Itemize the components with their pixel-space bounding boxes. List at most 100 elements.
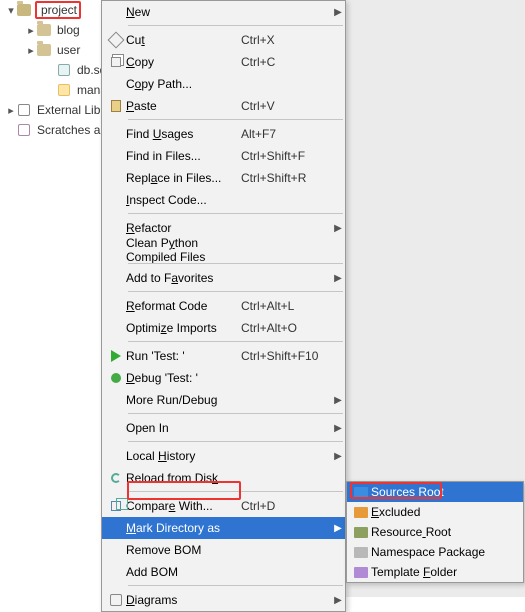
menu-item[interactable]: CutCtrl+X — [102, 29, 345, 51]
submenu-item[interactable]: Template Folder — [347, 562, 523, 582]
chevron-right-icon[interactable]: ▸ — [26, 24, 36, 37]
menu-item-shortcut: Ctrl+Shift+F — [241, 149, 331, 163]
menu-item[interactable]: Inspect Code... — [102, 189, 345, 211]
menu-item-shortcut: Ctrl+C — [241, 55, 331, 69]
folder-open-icon — [16, 2, 32, 18]
paste-icon — [106, 98, 126, 114]
tree-label: Scratches a — [35, 123, 100, 137]
menu-item-label: Reformat Code — [126, 299, 241, 313]
cut-icon — [106, 32, 126, 48]
menu-item-shortcut: Ctrl+V — [241, 99, 331, 113]
menu-item[interactable]: Find in Files...Ctrl+Shift+F — [102, 145, 345, 167]
blank-icon — [106, 320, 126, 336]
submenu-item[interactable]: Sources Root — [347, 482, 523, 502]
blank-icon — [106, 392, 126, 408]
menu-item-label: Run 'Test: ' — [126, 349, 241, 363]
menu-item-label: Reload from Disk — [126, 471, 241, 485]
menu-item[interactable]: Remove BOM — [102, 539, 345, 561]
menu-item[interactable]: Diagrams ▶ — [102, 589, 345, 611]
menu-item-label: Local History — [126, 449, 241, 463]
blank-icon — [106, 520, 126, 536]
menu-item-shortcut: Ctrl+X — [241, 33, 331, 47]
menu-item-label: Replace in Files... — [126, 171, 241, 185]
submenu-item[interactable]: Resource Root — [347, 522, 523, 542]
menu-item[interactable]: Reformat CodeCtrl+Alt+L — [102, 295, 345, 317]
submenu-arrow-icon: ▶ — [331, 423, 345, 434]
menu-item[interactable]: Open In ▶ — [102, 417, 345, 439]
bug-icon — [106, 370, 126, 386]
diag-icon — [106, 592, 126, 608]
folder-color-icon — [351, 487, 371, 498]
tree-label: user — [55, 43, 80, 57]
folder-color-icon — [351, 507, 371, 518]
submenu-arrow-icon: ▶ — [331, 523, 345, 534]
database-icon — [56, 62, 72, 78]
menu-item[interactable]: Clean Python Compiled Files — [102, 239, 345, 261]
blank-icon — [106, 76, 126, 92]
blank-icon — [106, 220, 126, 236]
tree-label: blog — [55, 23, 80, 37]
menu-item[interactable]: Find UsagesAlt+F7 — [102, 123, 345, 145]
menu-item[interactable]: Add to Favorites ▶ — [102, 267, 345, 289]
blank-icon — [106, 126, 126, 142]
python-file-icon — [56, 82, 72, 98]
menu-item-label: Inspect Code... — [126, 193, 241, 207]
menu-item[interactable]: Mark Directory as ▶ — [102, 517, 345, 539]
menu-item[interactable]: New▶ — [102, 1, 345, 23]
folder-color-icon — [351, 527, 371, 538]
menu-item[interactable]: Compare With...Ctrl+D — [102, 495, 345, 517]
menu-item-shortcut: Ctrl+Alt+O — [241, 321, 331, 335]
submenu-item[interactable]: Namespace Package — [347, 542, 523, 562]
menu-item-label: Open In — [126, 421, 241, 435]
menu-item[interactable]: Local History▶ — [102, 445, 345, 467]
menu-item-label: Mark Directory as — [126, 521, 241, 535]
annotation-box: project — [35, 1, 81, 19]
blank-icon — [106, 542, 126, 558]
menu-item[interactable]: CopyCtrl+C — [102, 51, 345, 73]
folder-icon — [36, 22, 52, 38]
blank-icon — [106, 420, 126, 436]
scratch-icon — [16, 122, 32, 138]
blank-icon — [106, 298, 126, 314]
blank-icon — [106, 148, 126, 164]
menu-item[interactable]: PasteCtrl+V — [102, 95, 345, 117]
submenu-arrow-icon: ▶ — [331, 595, 345, 606]
blank-icon — [106, 270, 126, 286]
menu-item[interactable]: Add BOM — [102, 561, 345, 583]
submenu-arrow-icon: ▶ — [331, 273, 345, 284]
menu-item-label: Add to Favorites — [126, 271, 241, 285]
menu-item-shortcut: Ctrl+Shift+F10 — [241, 349, 331, 363]
submenu-item[interactable]: Excluded — [347, 502, 523, 522]
menu-item-shortcut: Ctrl+D — [241, 499, 331, 513]
menu-item[interactable]: Run 'Test: 'Ctrl+Shift+F10 — [102, 345, 345, 367]
menu-item-label: Add BOM — [126, 565, 241, 579]
blank-icon — [106, 4, 126, 20]
blank-icon — [106, 192, 126, 208]
menu-item-label: Copy Path... — [126, 77, 241, 91]
blank-icon — [106, 564, 126, 580]
menu-item[interactable]: Copy Path... — [102, 73, 345, 95]
menu-item-label: Paste — [126, 99, 241, 113]
chevron-right-icon[interactable]: ▸ — [26, 44, 36, 57]
menu-item-label: Debug 'Test: ' — [126, 371, 241, 385]
submenu-arrow-icon: ▶ — [331, 223, 345, 234]
menu-item-label: Copy — [126, 55, 241, 69]
blank-icon — [106, 242, 126, 258]
blank-icon — [106, 170, 126, 186]
menu-item[interactable]: Optimize ImportsCtrl+Alt+O — [102, 317, 345, 339]
menu-item[interactable]: More Run/Debug▶ — [102, 389, 345, 411]
chevron-down-icon[interactable]: ▾ — [6, 4, 16, 17]
menu-item[interactable]: Reload from Disk — [102, 467, 345, 489]
menu-item-label: Diagrams — [126, 593, 241, 607]
chevron-right-icon[interactable]: ▸ — [6, 104, 16, 117]
blank-icon — [106, 448, 126, 464]
copy-icon — [106, 54, 126, 70]
menu-item[interactable]: Debug 'Test: ' — [102, 367, 345, 389]
run-icon — [106, 348, 126, 364]
tree-label: External Lib — [35, 103, 100, 117]
menu-item[interactable]: Replace in Files...Ctrl+Shift+R — [102, 167, 345, 189]
compare-icon — [106, 498, 126, 514]
folder-color-icon — [351, 567, 371, 578]
menu-item-label: Optimize Imports — [126, 321, 241, 335]
submenu-item-label: Resource Root — [371, 525, 523, 539]
